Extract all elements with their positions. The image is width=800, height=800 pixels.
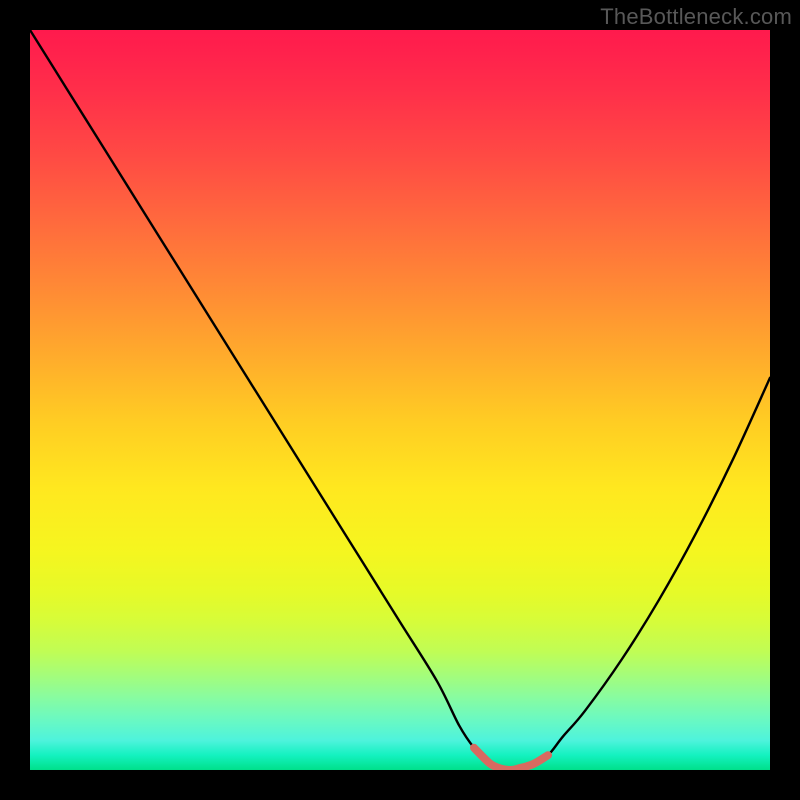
bottleneck-curve (30, 30, 770, 770)
watermark-text: TheBottleneck.com (600, 4, 792, 30)
valley-highlight (474, 748, 548, 770)
plot-area (30, 30, 770, 770)
chart-container: TheBottleneck.com (0, 0, 800, 800)
curve-svg (30, 30, 770, 770)
